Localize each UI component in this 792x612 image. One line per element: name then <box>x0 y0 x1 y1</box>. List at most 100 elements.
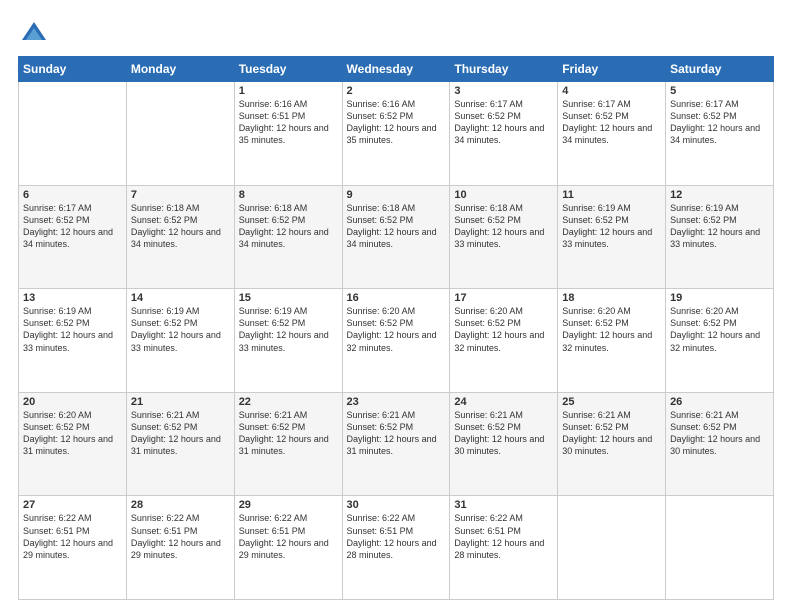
day-number: 13 <box>23 292 122 304</box>
day-info: Sunrise: 6:21 AM Sunset: 6:52 PM Dayligh… <box>454 409 553 458</box>
day-number: 26 <box>670 396 769 408</box>
calendar-cell: 12Sunrise: 6:19 AM Sunset: 6:52 PM Dayli… <box>666 185 774 289</box>
day-info: Sunrise: 6:20 AM Sunset: 6:52 PM Dayligh… <box>562 305 661 354</box>
day-info: Sunrise: 6:17 AM Sunset: 6:52 PM Dayligh… <box>670 98 769 147</box>
day-info: Sunrise: 6:16 AM Sunset: 6:52 PM Dayligh… <box>347 98 446 147</box>
day-number: 11 <box>562 189 661 201</box>
day-info: Sunrise: 6:22 AM Sunset: 6:51 PM Dayligh… <box>347 512 446 561</box>
day-number: 14 <box>131 292 230 304</box>
day-info: Sunrise: 6:18 AM Sunset: 6:52 PM Dayligh… <box>454 202 553 251</box>
day-number: 7 <box>131 189 230 201</box>
day-number: 20 <box>23 396 122 408</box>
calendar-cell: 16Sunrise: 6:20 AM Sunset: 6:52 PM Dayli… <box>342 289 450 393</box>
calendar-day-header: Tuesday <box>234 57 342 82</box>
day-number: 19 <box>670 292 769 304</box>
calendar-day-header: Thursday <box>450 57 558 82</box>
calendar-week-row: 1Sunrise: 6:16 AM Sunset: 6:51 PM Daylig… <box>19 82 774 186</box>
day-number: 25 <box>562 396 661 408</box>
calendar-cell: 15Sunrise: 6:19 AM Sunset: 6:52 PM Dayli… <box>234 289 342 393</box>
day-info: Sunrise: 6:19 AM Sunset: 6:52 PM Dayligh… <box>562 202 661 251</box>
day-number: 31 <box>454 499 553 511</box>
calendar-day-header: Wednesday <box>342 57 450 82</box>
day-info: Sunrise: 6:20 AM Sunset: 6:52 PM Dayligh… <box>347 305 446 354</box>
day-info: Sunrise: 6:22 AM Sunset: 6:51 PM Dayligh… <box>454 512 553 561</box>
day-info: Sunrise: 6:18 AM Sunset: 6:52 PM Dayligh… <box>131 202 230 251</box>
calendar-cell: 17Sunrise: 6:20 AM Sunset: 6:52 PM Dayli… <box>450 289 558 393</box>
day-number: 10 <box>454 189 553 201</box>
day-number: 27 <box>23 499 122 511</box>
day-number: 12 <box>670 189 769 201</box>
logo-icon <box>20 18 48 46</box>
calendar-cell: 18Sunrise: 6:20 AM Sunset: 6:52 PM Dayli… <box>558 289 666 393</box>
calendar-cell: 24Sunrise: 6:21 AM Sunset: 6:52 PM Dayli… <box>450 392 558 496</box>
day-number: 6 <box>23 189 122 201</box>
calendar-cell <box>126 82 234 186</box>
day-info: Sunrise: 6:19 AM Sunset: 6:52 PM Dayligh… <box>23 305 122 354</box>
day-info: Sunrise: 6:19 AM Sunset: 6:52 PM Dayligh… <box>239 305 338 354</box>
calendar-cell: 29Sunrise: 6:22 AM Sunset: 6:51 PM Dayli… <box>234 496 342 600</box>
calendar-cell: 3Sunrise: 6:17 AM Sunset: 6:52 PM Daylig… <box>450 82 558 186</box>
day-info: Sunrise: 6:22 AM Sunset: 6:51 PM Dayligh… <box>239 512 338 561</box>
calendar-cell: 20Sunrise: 6:20 AM Sunset: 6:52 PM Dayli… <box>19 392 127 496</box>
day-number: 8 <box>239 189 338 201</box>
day-number: 16 <box>347 292 446 304</box>
calendar-week-row: 20Sunrise: 6:20 AM Sunset: 6:52 PM Dayli… <box>19 392 774 496</box>
calendar-cell: 2Sunrise: 6:16 AM Sunset: 6:52 PM Daylig… <box>342 82 450 186</box>
day-info: Sunrise: 6:21 AM Sunset: 6:52 PM Dayligh… <box>239 409 338 458</box>
calendar-cell <box>666 496 774 600</box>
calendar-cell: 22Sunrise: 6:21 AM Sunset: 6:52 PM Dayli… <box>234 392 342 496</box>
calendar-cell: 10Sunrise: 6:18 AM Sunset: 6:52 PM Dayli… <box>450 185 558 289</box>
calendar-cell: 31Sunrise: 6:22 AM Sunset: 6:51 PM Dayli… <box>450 496 558 600</box>
calendar-cell <box>19 82 127 186</box>
calendar-cell: 11Sunrise: 6:19 AM Sunset: 6:52 PM Dayli… <box>558 185 666 289</box>
day-number: 1 <box>239 85 338 97</box>
day-info: Sunrise: 6:17 AM Sunset: 6:52 PM Dayligh… <box>454 98 553 147</box>
calendar-cell: 1Sunrise: 6:16 AM Sunset: 6:51 PM Daylig… <box>234 82 342 186</box>
day-number: 17 <box>454 292 553 304</box>
day-number: 3 <box>454 85 553 97</box>
day-info: Sunrise: 6:17 AM Sunset: 6:52 PM Dayligh… <box>562 98 661 147</box>
calendar-cell: 13Sunrise: 6:19 AM Sunset: 6:52 PM Dayli… <box>19 289 127 393</box>
day-number: 4 <box>562 85 661 97</box>
calendar-day-header: Saturday <box>666 57 774 82</box>
day-info: Sunrise: 6:19 AM Sunset: 6:52 PM Dayligh… <box>131 305 230 354</box>
calendar-week-row: 6Sunrise: 6:17 AM Sunset: 6:52 PM Daylig… <box>19 185 774 289</box>
page-header <box>18 18 774 46</box>
day-number: 23 <box>347 396 446 408</box>
day-info: Sunrise: 6:20 AM Sunset: 6:52 PM Dayligh… <box>23 409 122 458</box>
day-number: 29 <box>239 499 338 511</box>
calendar-cell: 25Sunrise: 6:21 AM Sunset: 6:52 PM Dayli… <box>558 392 666 496</box>
day-info: Sunrise: 6:20 AM Sunset: 6:52 PM Dayligh… <box>454 305 553 354</box>
day-number: 9 <box>347 189 446 201</box>
day-info: Sunrise: 6:20 AM Sunset: 6:52 PM Dayligh… <box>670 305 769 354</box>
day-info: Sunrise: 6:21 AM Sunset: 6:52 PM Dayligh… <box>670 409 769 458</box>
calendar-cell: 30Sunrise: 6:22 AM Sunset: 6:51 PM Dayli… <box>342 496 450 600</box>
calendar-cell: 28Sunrise: 6:22 AM Sunset: 6:51 PM Dayli… <box>126 496 234 600</box>
day-number: 30 <box>347 499 446 511</box>
day-info: Sunrise: 6:21 AM Sunset: 6:52 PM Dayligh… <box>131 409 230 458</box>
day-number: 18 <box>562 292 661 304</box>
logo <box>18 18 48 46</box>
calendar-cell: 7Sunrise: 6:18 AM Sunset: 6:52 PM Daylig… <box>126 185 234 289</box>
day-info: Sunrise: 6:18 AM Sunset: 6:52 PM Dayligh… <box>347 202 446 251</box>
calendar-cell: 19Sunrise: 6:20 AM Sunset: 6:52 PM Dayli… <box>666 289 774 393</box>
calendar-cell: 8Sunrise: 6:18 AM Sunset: 6:52 PM Daylig… <box>234 185 342 289</box>
calendar-day-header: Monday <box>126 57 234 82</box>
day-info: Sunrise: 6:18 AM Sunset: 6:52 PM Dayligh… <box>239 202 338 251</box>
calendar-cell <box>558 496 666 600</box>
calendar-week-row: 27Sunrise: 6:22 AM Sunset: 6:51 PM Dayli… <box>19 496 774 600</box>
calendar-cell: 4Sunrise: 6:17 AM Sunset: 6:52 PM Daylig… <box>558 82 666 186</box>
day-number: 24 <box>454 396 553 408</box>
day-number: 5 <box>670 85 769 97</box>
calendar-cell: 6Sunrise: 6:17 AM Sunset: 6:52 PM Daylig… <box>19 185 127 289</box>
calendar-week-row: 13Sunrise: 6:19 AM Sunset: 6:52 PM Dayli… <box>19 289 774 393</box>
calendar-day-header: Friday <box>558 57 666 82</box>
day-number: 2 <box>347 85 446 97</box>
calendar-cell: 23Sunrise: 6:21 AM Sunset: 6:52 PM Dayli… <box>342 392 450 496</box>
day-info: Sunrise: 6:21 AM Sunset: 6:52 PM Dayligh… <box>347 409 446 458</box>
day-number: 15 <box>239 292 338 304</box>
day-info: Sunrise: 6:22 AM Sunset: 6:51 PM Dayligh… <box>23 512 122 561</box>
day-info: Sunrise: 6:16 AM Sunset: 6:51 PM Dayligh… <box>239 98 338 147</box>
calendar-cell: 27Sunrise: 6:22 AM Sunset: 6:51 PM Dayli… <box>19 496 127 600</box>
calendar-cell: 9Sunrise: 6:18 AM Sunset: 6:52 PM Daylig… <box>342 185 450 289</box>
